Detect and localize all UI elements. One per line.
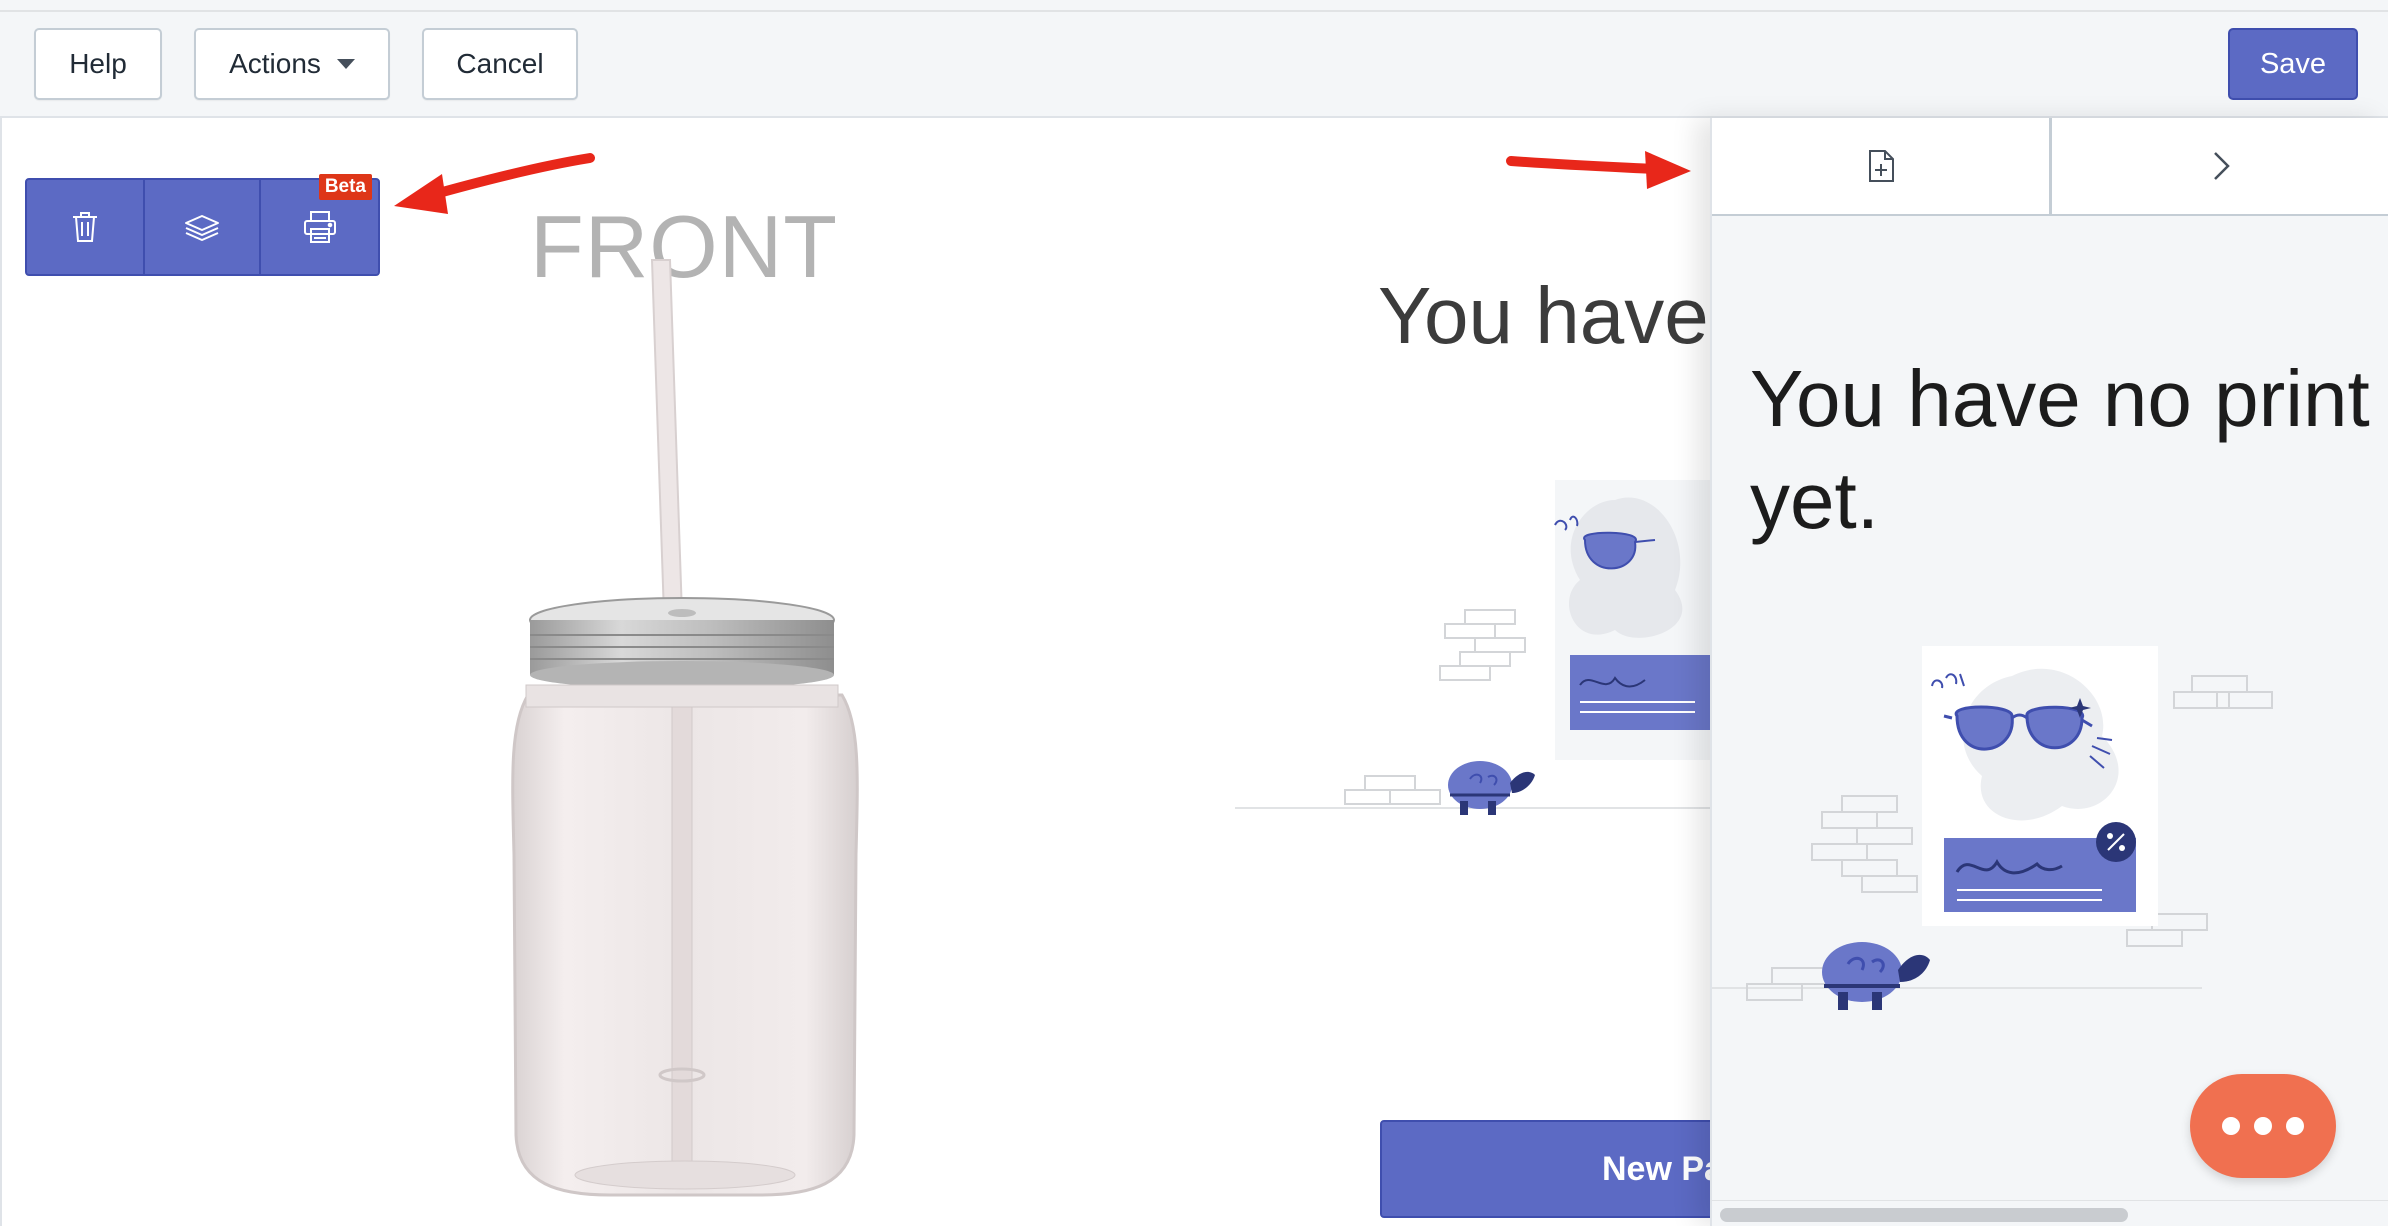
product-mason-jar-image [511,259,859,1197]
add-print-file-tab[interactable] [1712,118,2052,214]
beta-badge: Beta [318,174,372,200]
annotation-arrow-right [1506,151,1691,189]
chat-dot-icon [2222,1117,2240,1135]
chevron-right-icon [2214,152,2230,180]
actions-dropdown-button[interactable]: Actions [194,28,390,100]
printer-icon [303,211,336,243]
background-empty-state-title: You have [1378,271,1709,360]
panel-empty-title-line2: yet. [1750,456,1879,545]
actions-button-label: Actions [229,48,321,79]
save-button-label: Save [2259,47,2327,80]
delete-tool-button[interactable] [27,180,145,274]
help-button-label: Help [69,48,127,79]
left-border [0,118,2,1226]
chat-dot-icon [2254,1117,2272,1135]
layers-tool-button[interactable] [145,180,261,274]
caret-down-icon [336,59,355,69]
panel-tab-bar [1712,118,2388,216]
new-page-button-label: New Pa [1602,1149,1723,1188]
new-page-button[interactable]: New Pa [1380,1120,1740,1218]
print-files-panel: You have no print yet. [1710,118,2388,1226]
collapse-panel-tab[interactable] [2052,118,2388,214]
add-file-icon [1868,150,1894,182]
scrollbar-thumb[interactable] [1720,1208,2128,1222]
background-empty-state-illustration [1235,480,1715,815]
panel-horizontal-scrollbar[interactable] [1712,1200,2388,1226]
help-button[interactable]: Help [34,28,162,100]
chat-launcher-button[interactable] [2190,1074,2336,1178]
cancel-button-label: Cancel [456,48,544,79]
top-strip [0,0,2388,12]
trash-icon [73,212,97,242]
panel-empty-state-title: You have no print yet. [1750,348,2388,552]
panel-empty-title-line1: You have no print [1750,354,2370,443]
save-button[interactable]: Save [2228,28,2358,100]
top-toolbar: Help Actions Cancel Save [0,12,2388,118]
print-tool-button[interactable]: Beta [261,174,378,274]
layers-icon [185,215,219,241]
design-tool-group: Beta [25,174,380,276]
chat-dot-icon [2286,1117,2304,1135]
cancel-button[interactable]: Cancel [422,28,578,100]
